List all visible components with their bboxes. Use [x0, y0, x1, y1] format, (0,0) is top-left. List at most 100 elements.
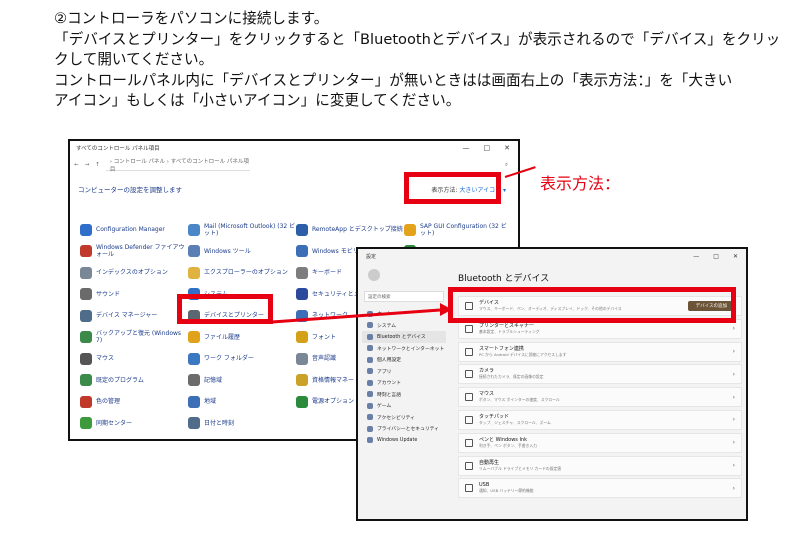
- instruction-line: アイコン」もしくは「小さいアイコン」に変更してください。: [54, 92, 461, 109]
- control-panel-item[interactable]: バックアップと復元 (Windows 7): [80, 327, 188, 349]
- search-icon[interactable]: ⌕: [358, 160, 514, 170]
- control-panel-item-icon: [188, 374, 200, 387]
- control-panel-item[interactable]: マウス: [80, 348, 188, 370]
- settings-nav-item[interactable]: アプリ: [362, 366, 446, 378]
- address-bar: ← → ↑ › コントロール パネル › すべてのコントロール パネル項目 ⌕: [74, 158, 514, 173]
- nav-item-icon: [367, 402, 373, 409]
- control-panel-item[interactable]: 日付と時刻: [188, 413, 296, 435]
- control-panel-item[interactable]: インデックスのオプション: [80, 262, 188, 284]
- control-panel-item-icon: [296, 266, 308, 279]
- settings-nav-item[interactable]: アカウント: [362, 377, 446, 389]
- close-icon[interactable]: ✕: [504, 144, 510, 152]
- settings-heading: Bluetooth とデバイス: [458, 274, 550, 284]
- forward-icon[interactable]: →: [85, 162, 90, 168]
- control-panel-item-label: インデックスのオプション: [96, 269, 168, 277]
- settings-row[interactable]: ペンと Windows Ink 利き手、ペン ボタン、手書き入力 ›: [458, 432, 742, 453]
- control-panel-item-icon: [80, 352, 92, 365]
- control-panel-item[interactable]: ワーク フォルダー: [188, 348, 296, 370]
- control-panel-item[interactable]: RemoteApp とデスクトップ接続: [296, 219, 404, 241]
- chevron-right-icon: ›: [732, 370, 735, 378]
- control-panel-item-label: 電源オプション: [312, 398, 355, 406]
- control-panel-item-icon: [296, 395, 308, 408]
- row-icon: [465, 484, 473, 493]
- control-panel-item[interactable]: 同期センター: [80, 413, 188, 435]
- control-panel-item-icon: [80, 331, 92, 344]
- control-panel-item-label: デバイス マネージャー: [96, 312, 158, 320]
- control-panel-item-icon: [188, 245, 200, 258]
- row-text: 自動再生 リムーバブル ドライブとメモリ カードの既定値: [479, 460, 561, 472]
- settings-nav-item[interactable]: ゲーム: [362, 400, 446, 412]
- row-text: タッチパッド タップ、ジェスチャ、スクロール、ズーム: [479, 414, 551, 426]
- settings-nav-item[interactable]: プライバシーとセキュリティ: [362, 423, 446, 435]
- avatar: [368, 269, 380, 281]
- row-icon: [465, 370, 473, 379]
- nav-item-label: ネットワークとインターネット: [377, 346, 445, 352]
- instruction-line: クして開いてください。: [54, 51, 214, 68]
- control-panel-item-label: 同期センター: [96, 419, 133, 427]
- control-panel-item-icon: [80, 266, 92, 279]
- settings-row[interactable]: USB 通知、USB バッテリー節約機能 ›: [458, 478, 742, 499]
- control-panel-item-icon: [188, 331, 200, 344]
- settings-nav-item[interactable]: Windows Update: [362, 435, 446, 447]
- control-panel-item-label: ファイル履歴: [204, 333, 241, 341]
- control-panel-item[interactable]: 既定のプログラム: [80, 370, 188, 392]
- breadcrumb[interactable]: › コントロール パネル › すべてのコントロール パネル項目: [105, 159, 250, 173]
- control-panel-item-icon: [296, 245, 308, 258]
- control-panel-item-label: SAP GUI Configuration (32 ビット): [420, 222, 507, 237]
- up-icon[interactable]: ↑: [95, 162, 100, 168]
- control-panel-item[interactable]: 色の管理: [80, 391, 188, 413]
- maximize-icon[interactable]: □: [713, 253, 719, 260]
- settings-nav-item[interactable]: アクセシビリティ: [362, 412, 446, 424]
- settings-nav-item[interactable]: 個人用設定: [362, 354, 446, 366]
- control-panel-item-icon: [188, 352, 200, 365]
- control-panel-item-icon: [188, 266, 200, 279]
- control-panel-item[interactable]: Windows ツール: [188, 241, 296, 263]
- control-panel-item-label: 地域: [204, 398, 217, 406]
- row-subtitle: 利き手、ペン ボタン、手書き入力: [479, 442, 537, 448]
- row-text: マウス ボタン、マウス ポインターの速度、スクロール: [479, 391, 560, 403]
- row-icon: [465, 438, 473, 447]
- control-panel-item-label: 日付と時刻: [204, 419, 235, 427]
- row-icon: [465, 393, 473, 402]
- row-subtitle: リムーバブル ドライブとメモリ カードの既定値: [479, 465, 562, 471]
- settings-row[interactable]: カメラ 接続されたカメラ、既定の画像の設定 ›: [458, 364, 742, 385]
- settings-row[interactable]: マウス ボタン、マウス ポインターの速度、スクロール ›: [458, 387, 742, 408]
- control-panel-item[interactable]: SAP GUI Configuration (32 ビット): [404, 219, 512, 241]
- row-subtitle: 接続されたカメラ、既定の画像の設定: [479, 374, 544, 380]
- control-panel-item[interactable]: エクスプローラーのオプション: [188, 262, 296, 284]
- minimize-icon[interactable]: —: [463, 144, 470, 152]
- control-panel-item[interactable]: Windows Defender ファイアウォール: [80, 241, 188, 263]
- highlight-view-by: [404, 172, 501, 204]
- control-panel-item[interactable]: 記憶域: [188, 370, 296, 392]
- maximize-icon[interactable]: □: [484, 144, 491, 152]
- nav-item-icon: [367, 425, 373, 432]
- control-panel-item-label: Windows ツール: [204, 247, 251, 255]
- control-panel-item-label: フォント: [312, 333, 337, 341]
- control-panel-item[interactable]: Configuration Manager: [80, 219, 188, 241]
- control-panel-item-label: Windows Defender ファイアウォール: [96, 244, 185, 259]
- settings-row[interactable]: 自動再生 リムーバブル ドライブとメモリ カードの既定値 ›: [458, 455, 742, 476]
- nav-item-label: 時刻と言語: [377, 392, 401, 398]
- chevron-right-icon: ›: [732, 348, 735, 356]
- instruction-line: 「デバイスとプリンター」をクリックすると「Bluetoothとデバイス」が表示さ…: [54, 30, 781, 48]
- chevron-right-icon: ›: [732, 462, 735, 470]
- control-panel-item-icon: [80, 245, 92, 258]
- control-panel-item-icon: [80, 309, 92, 322]
- chevron-right-icon: ›: [732, 393, 735, 401]
- control-panel-item[interactable]: Mail (Microsoft Outlook) (32 ビット): [188, 219, 296, 241]
- settings-row[interactable]: スマートフォン連携 PC から Android デバイスに即座にアクセスします ›: [458, 341, 742, 362]
- settings-nav-item[interactable]: 時刻と言語: [362, 389, 446, 401]
- settings-nav-item[interactable]: ネットワークとインターネット: [362, 343, 446, 355]
- back-icon[interactable]: ←: [74, 162, 79, 168]
- control-panel-item[interactable]: サウンド: [80, 284, 188, 306]
- nav-item-label: ゲーム: [377, 404, 392, 410]
- control-panel-item-icon: [80, 223, 92, 236]
- minimize-icon[interactable]: —: [693, 253, 699, 260]
- nav-item-label: Bluetooth とデバイス: [377, 335, 426, 341]
- control-panel-item[interactable]: 地域: [188, 391, 296, 413]
- settings-nav-item[interactable]: Bluetooth とデバイス: [362, 331, 446, 343]
- settings-row[interactable]: タッチパッド タップ、ジェスチャ、スクロール、ズーム ›: [458, 409, 742, 430]
- close-icon[interactable]: ✕: [733, 253, 738, 260]
- settings-title-bar: 設定 — □ ✕: [358, 249, 746, 263]
- control-panel-item[interactable]: デバイス マネージャー: [80, 305, 188, 327]
